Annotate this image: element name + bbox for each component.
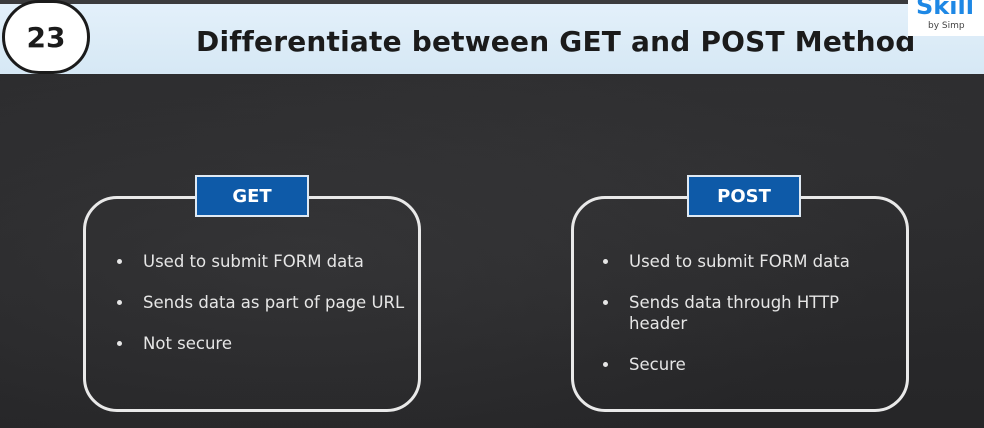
list-item: Used to submit FORM data [602,251,892,272]
list-item: Used to submit FORM data [116,251,406,272]
logo-subtext: by Simp [928,21,965,31]
slide-title: Differentiate between GET and POST Metho… [196,25,916,58]
bullet-icon [603,259,608,264]
slide-header: Differentiate between GET and POST Metho… [0,4,984,74]
bullet-icon [603,300,608,305]
list-item: Sends data through HTTP header [602,292,892,334]
bullet-text: Used to submit FORM data [629,252,850,271]
brand-logo: Skill by Simp [908,0,984,36]
logo-text: Skill [916,0,974,20]
bullet-text: Secure [629,355,686,374]
get-bullet-list: Used to submit FORM data Sends data as p… [116,251,406,374]
bullet-text: Used to submit FORM data [143,252,364,271]
list-item: Not secure [116,333,406,354]
bullet-text: Sends data through HTTP header [629,293,840,333]
get-label: GET [195,175,309,217]
bullet-text: Not secure [143,334,233,353]
bullet-icon [117,341,122,346]
question-number-badge: 23 [2,0,90,74]
bullet-text: Sends data as part of page URL [143,293,405,312]
bullet-icon [603,362,608,367]
list-item: Secure [602,354,892,375]
bullet-icon [117,300,122,305]
list-item: Sends data as part of page URL [116,292,406,313]
post-bullet-list: Used to submit FORM data Sends data thro… [602,251,892,395]
post-label: POST [687,175,801,217]
bullet-icon [117,259,122,264]
